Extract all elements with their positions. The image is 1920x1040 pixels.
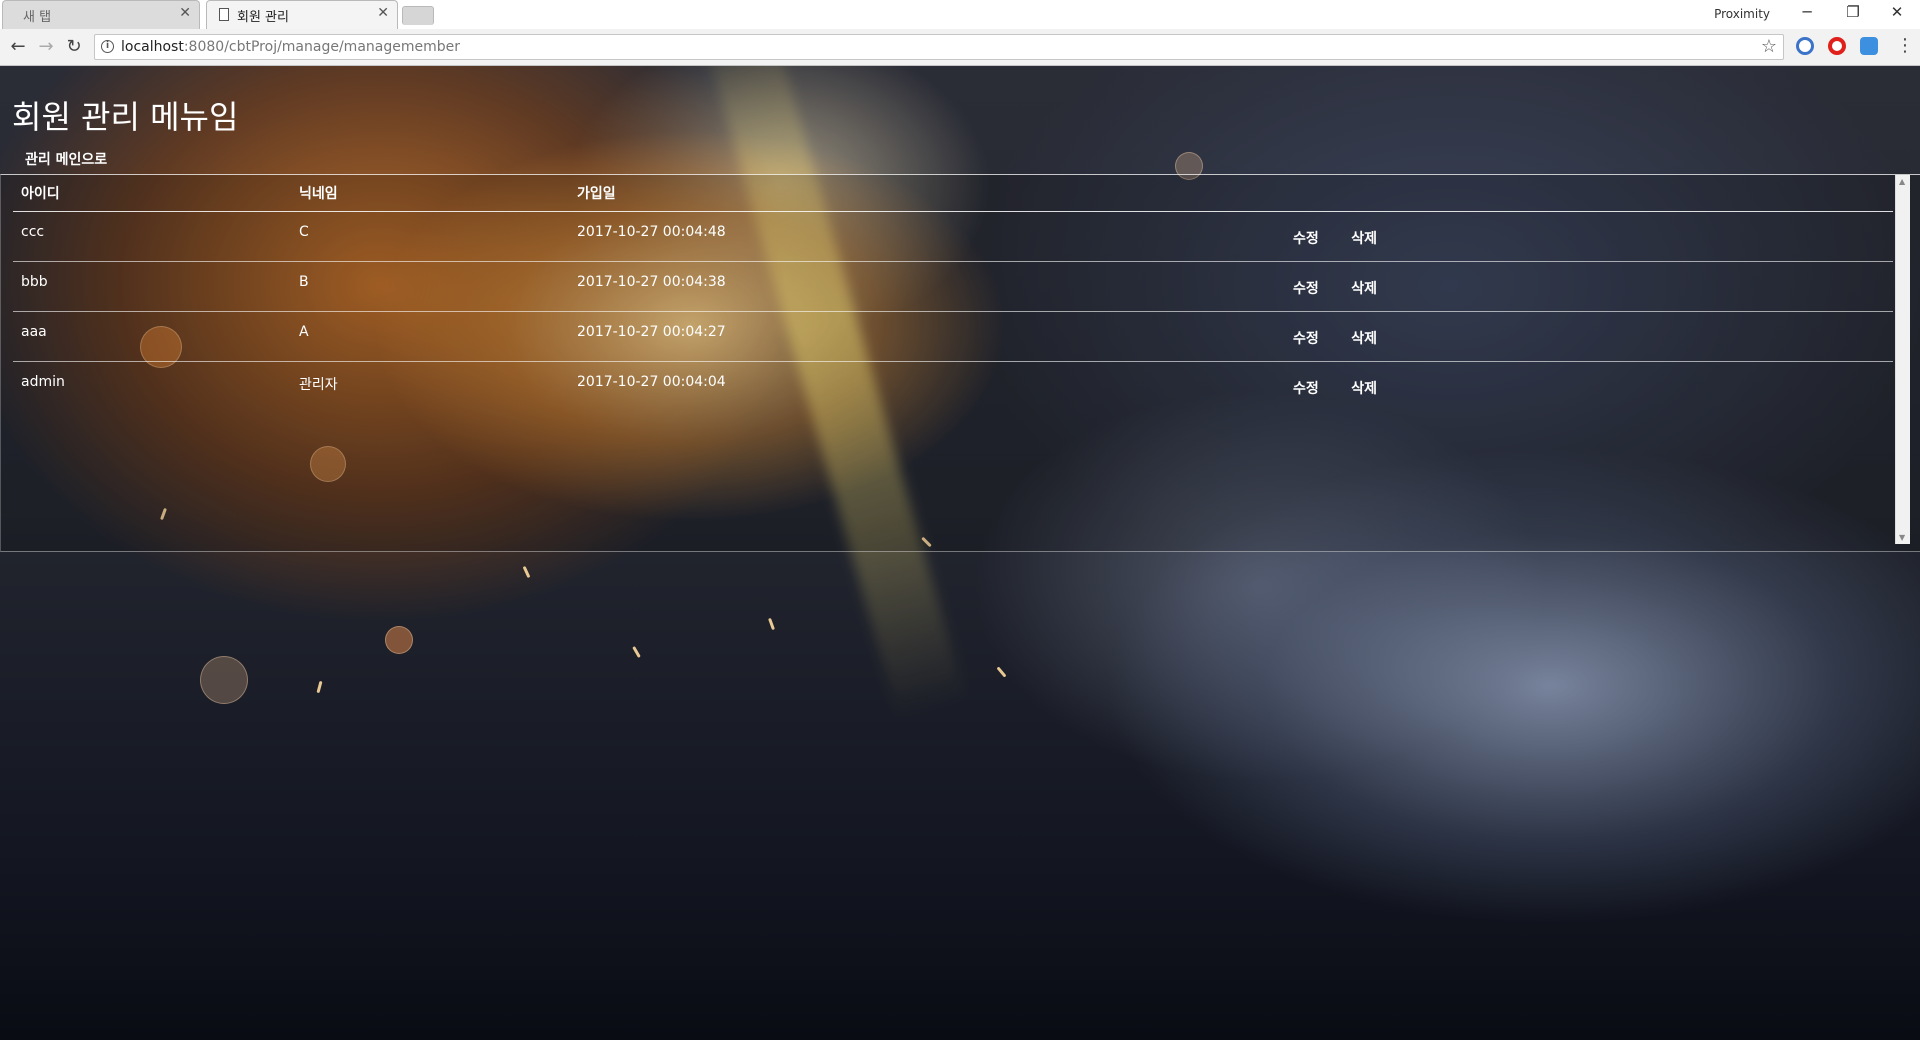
url-text[interactable]: localhost:8080/cbtProj/manage/managememb…: [121, 39, 460, 55]
member-table-panel: 아이디 닉네임 가입일 ccc C 2017-10-27 00:04:48 수정…: [0, 174, 1920, 552]
edit-button[interactable]: 수정: [1293, 328, 1319, 348]
background-spark: [996, 666, 1007, 678]
forward-arrow-icon[interactable]: →: [34, 36, 58, 57]
table-scrollbar[interactable]: ▲ ▼: [1895, 175, 1910, 544]
delete-button[interactable]: 삭제: [1351, 278, 1377, 298]
table-row: bbb B 2017-10-27 00:04:38 수정 삭제: [13, 261, 1893, 312]
close-icon[interactable]: ✕: [179, 5, 191, 21]
member-nickname: B: [291, 261, 569, 312]
member-nickname: 관리자: [299, 377, 338, 393]
url-path: :8080/cbtProj/manage/managemember: [183, 39, 460, 55]
member-nickname: C: [291, 211, 569, 262]
tab-title: 새 탭: [23, 10, 52, 25]
reload-icon[interactable]: ↻: [62, 36, 86, 57]
member-joined-date: 2017-10-27 00:04:04: [577, 374, 726, 390]
delete-button[interactable]: 삭제: [1351, 328, 1377, 348]
table-row: admin 관리자 2017-10-27 00:04:04 수정 삭제: [13, 362, 1893, 412]
info-icon[interactable]: i: [101, 40, 114, 53]
extension-icon[interactable]: [1796, 37, 1814, 55]
restore-icon[interactable]: ❐: [1838, 3, 1868, 21]
column-header-actions: [1285, 175, 1893, 212]
member-actions: 수정 삭제: [1285, 211, 1893, 262]
background-spark: [316, 680, 323, 694]
shield-extension-icon[interactable]: [1860, 37, 1878, 55]
table-row: ccc C 2017-10-27 00:04:48 수정 삭제: [13, 211, 1893, 262]
page-viewport: 회원 관리 메뉴임 관리 메인으로 아이디 닉네임 가입일 ccc C 2017…: [0, 66, 1920, 1040]
member-joined-date: 2017-10-27 00:04:27: [569, 311, 1285, 362]
member-table: 아이디 닉네임 가입일 ccc C 2017-10-27 00:04:48 수정…: [13, 175, 1893, 412]
star-icon[interactable]: ☆: [1761, 36, 1777, 57]
member-actions: 수정 삭제: [1285, 311, 1893, 362]
member-id: bbb: [13, 261, 291, 312]
column-header-joined: 가입일: [569, 175, 1285, 212]
tab-new-tab[interactable]: 새 탭 ✕: [2, 0, 200, 29]
back-to-admin-main-link[interactable]: 관리 메인으로: [25, 149, 107, 169]
address-bar[interactable]: i localhost:8080/cbtProj/manage/manageme…: [94, 34, 1784, 60]
tab-strip: 새 탭 ✕ 회원 관리 ✕ Proximity ─ ❐ ✕: [0, 0, 1920, 29]
column-header-id: 아이디: [13, 175, 291, 212]
background-spark: [632, 646, 641, 658]
background-bokeh: [385, 626, 413, 654]
minimize-icon[interactable]: ─: [1792, 3, 1822, 21]
member-joined-date: 2017-10-27 00:04:38: [569, 261, 1285, 312]
delete-button[interactable]: 삭제: [1351, 228, 1377, 248]
member-joined-date: 2017-10-27 00:04:48: [569, 211, 1285, 262]
menu-dots-icon[interactable]: ⋮: [1896, 35, 1914, 56]
profile-name[interactable]: Proximity: [1714, 7, 1770, 21]
tab-member-management[interactable]: 회원 관리 ✕: [206, 0, 398, 29]
member-actions: 수정 삭제: [1285, 261, 1893, 312]
background-bokeh: [200, 656, 248, 704]
browser-toolbar: ← → ↻ i localhost:8080/cbtProj/manage/ma…: [0, 29, 1920, 66]
member-id: aaa: [13, 311, 291, 362]
new-tab-button[interactable]: [402, 6, 434, 25]
page-title: 회원 관리 메뉴임: [12, 98, 239, 136]
edit-button[interactable]: 수정: [1293, 278, 1319, 298]
scroll-down-icon[interactable]: ▼: [1899, 533, 1905, 542]
back-arrow-icon[interactable]: ←: [6, 36, 30, 57]
edit-button[interactable]: 수정: [1293, 228, 1319, 248]
tab-title: 회원 관리: [237, 10, 289, 25]
member-nickname: A: [291, 311, 569, 362]
delete-button[interactable]: 삭제: [1351, 378, 1377, 398]
member-id: admin: [21, 374, 65, 390]
table-row: aaa A 2017-10-27 00:04:27 수정 삭제: [13, 311, 1893, 362]
member-actions: 수정 삭제: [1285, 362, 1893, 412]
page-icon: [219, 8, 229, 21]
edit-button[interactable]: 수정: [1293, 378, 1319, 398]
table-header-row: 아이디 닉네임 가입일: [13, 175, 1893, 212]
scroll-up-icon[interactable]: ▲: [1899, 177, 1905, 186]
opera-icon[interactable]: [1828, 37, 1846, 55]
close-icon[interactable]: ✕: [377, 5, 389, 21]
background-spark: [522, 565, 531, 579]
member-id: ccc: [13, 211, 291, 262]
column-header-nickname: 닉네임: [291, 175, 569, 212]
background-spark: [768, 617, 775, 631]
window-close-icon[interactable]: ✕: [1882, 3, 1912, 21]
url-host: localhost: [121, 39, 184, 55]
